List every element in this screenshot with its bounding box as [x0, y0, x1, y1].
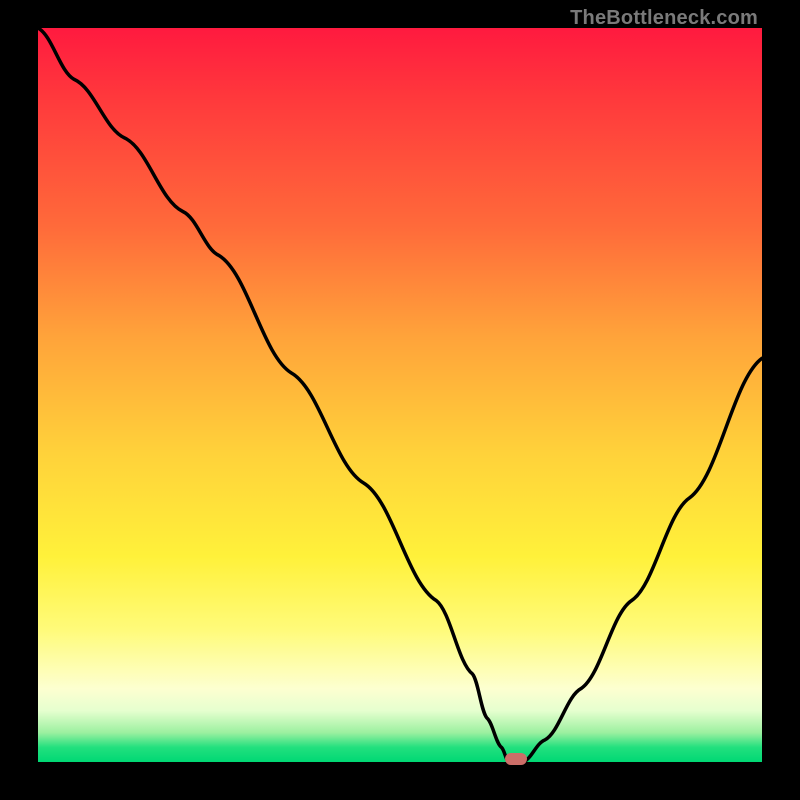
plot-area [38, 28, 762, 762]
optimal-point-marker [505, 753, 527, 765]
chart-frame: TheBottleneck.com [0, 0, 800, 800]
watermark-text: TheBottleneck.com [570, 7, 758, 30]
bottleneck-curve [38, 28, 762, 762]
